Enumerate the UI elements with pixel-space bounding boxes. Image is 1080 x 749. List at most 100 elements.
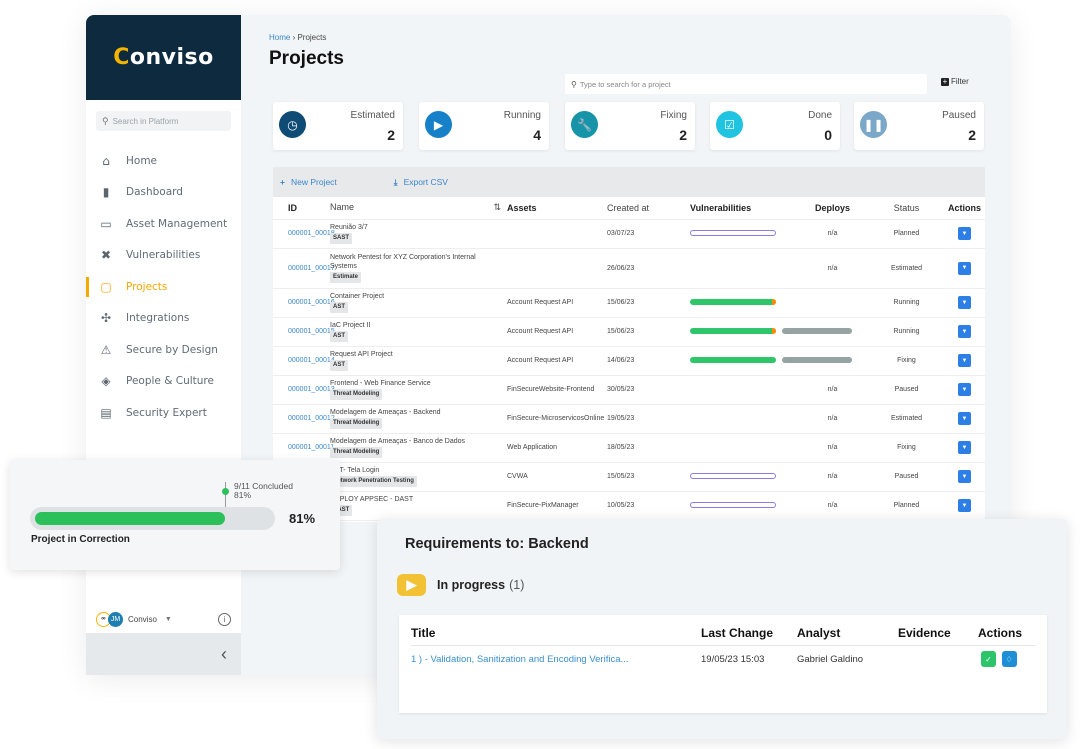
sidebar-item-label: Asset Management: [126, 217, 228, 230]
col-assets[interactable]: Assets: [507, 197, 607, 220]
sidebar-item-people-culture[interactable]: ◈ People & Culture: [86, 366, 241, 398]
project-id-link[interactable]: 000001_00018: [273, 219, 335, 249]
export-csv-button[interactable]: ⤓ Export CSV: [394, 177, 448, 188]
collapse-sidebar-button[interactable]: ‹: [86, 633, 241, 675]
project-created-at: 14/06/23: [607, 346, 690, 376]
actions-dropdown-button[interactable]: ▼: [958, 499, 971, 512]
project-actions-cell: ▼: [944, 248, 985, 289]
requirements-table: Title Last Change Analyst Evidence Actio…: [411, 615, 1035, 673]
project-actions-cell: ▼: [944, 219, 985, 249]
table-row[interactable]: 000001_00012 Modelagem de Ameaças - Back…: [273, 404, 985, 434]
stat-card-running[interactable]: ▶ Running 4: [419, 102, 549, 150]
project-name: Frontend - Web Finance Service Threat Mod…: [330, 375, 507, 405]
progress-label: Project in Correction: [31, 534, 130, 545]
table-row[interactable]: 000001_00016 Container Project AST Accoun…: [273, 288, 985, 318]
breadcrumb-home-link[interactable]: Home: [269, 33, 290, 42]
stat-label: Done: [808, 110, 832, 121]
project-search-input[interactable]: ⚲ Type to search for a project: [565, 74, 927, 94]
actions-dropdown-button[interactable]: ▼: [958, 261, 971, 275]
stat-card-paused[interactable]: ❚❚ Paused 2: [854, 102, 984, 150]
table-row[interactable]: 000001_00017 Network Pentest for XYZ Cor…: [273, 248, 985, 289]
sidebar-item-vulnerabilities[interactable]: ✖ Vulnerabilities: [86, 240, 241, 272]
actions-dropdown-button[interactable]: ▼: [958, 227, 971, 240]
stat-card-done[interactable]: ☑ Done 0: [710, 102, 840, 150]
project-assets: Account Request API: [507, 317, 607, 347]
table-row[interactable]: 000001_00014 Request API Project AST Acco…: [273, 346, 985, 376]
actions-dropdown-button[interactable]: ▼: [958, 412, 971, 425]
user-avatar: JM: [108, 611, 123, 627]
info-icon[interactable]: i: [218, 612, 231, 626]
sidebar-item-asset-management[interactable]: ▭ Asset Management: [86, 208, 241, 240]
sidebar-item-integrations[interactable]: ✣ Integrations: [86, 303, 241, 335]
actions-dropdown-button[interactable]: ▼: [958, 325, 971, 338]
col-name[interactable]: Name ⇅: [330, 197, 507, 220]
table-row[interactable]: DEPLOY APPSEC - DAST DAST FinSecure-PixMa…: [273, 491, 985, 521]
project-assets: [507, 219, 607, 249]
actions-dropdown-button[interactable]: ▼: [958, 296, 971, 309]
table-row[interactable]: 000001_00018 Reunião 3/7 SAST 03/07/23 n/…: [273, 219, 985, 249]
table-row[interactable]: 000001_00011 Modelagem de Ameaças - Banc…: [273, 433, 985, 463]
stat-value: 2: [968, 127, 976, 143]
project-id-link[interactable]: 000001_00015: [273, 317, 335, 347]
stat-card-estimated[interactable]: ◷ Estimated 2: [273, 102, 403, 150]
col-deploys[interactable]: Deploys: [796, 197, 869, 220]
filter-button[interactable]: + Filter: [941, 77, 969, 86]
in-progress-section[interactable]: ▶ In progress (1): [397, 574, 524, 596]
project-id-link[interactable]: 000001_00011: [273, 433, 334, 463]
search-icon: ⚲: [102, 115, 109, 126]
project-deploys: n/a: [796, 404, 869, 434]
sidebar-item-label: Integrations: [126, 312, 190, 325]
approve-check-button[interactable]: ✓: [981, 651, 996, 668]
project-id-link[interactable]: 000001_00014: [273, 346, 335, 376]
project-created-at: 15/06/23: [607, 288, 690, 318]
project-id-link[interactable]: 000001_00013: [273, 375, 335, 405]
play-icon: ▶: [397, 574, 426, 596]
sidebar-item-home[interactable]: ⌂ Home: [86, 145, 241, 177]
project-deploys: n/a: [796, 219, 869, 249]
project-assets: CVWA: [507, 462, 607, 492]
stat-value: 2: [679, 127, 687, 143]
actions-dropdown-button[interactable]: ▼: [958, 441, 971, 454]
project-vulnerabilities: [690, 317, 869, 347]
check-square-icon: ☑: [716, 111, 743, 138]
requirements-table-card: Title Last Change Analyst Evidence Actio…: [399, 615, 1047, 713]
actions-dropdown-button[interactable]: ▼: [958, 383, 971, 396]
conviso-logo[interactable]: Conviso: [113, 45, 214, 70]
stat-card-fixing[interactable]: 🔧 Fixing 2: [565, 102, 695, 150]
stat-label: Fixing: [660, 110, 687, 121]
sort-icon[interactable]: ⇅: [493, 202, 501, 213]
table-row[interactable]: 000001_00013 Frontend - Web Finance Serv…: [273, 375, 985, 405]
pause-icon: ❚❚: [860, 111, 887, 138]
table-row[interactable]: AST- Tela Login Network Penetration Testi…: [273, 462, 985, 492]
project-created-at: 18/05/23: [607, 433, 690, 463]
col-created-at[interactable]: Created at: [607, 197, 690, 220]
new-project-button[interactable]: + New Project: [280, 177, 337, 187]
project-id-link[interactable]: 000001_00016: [273, 288, 335, 318]
project-deploys: n/a: [796, 248, 869, 289]
sidebar-item-dashboard[interactable]: ▮ Dashboard: [86, 177, 241, 209]
vulnerability-bar-empty: [690, 230, 776, 237]
col-id[interactable]: ID: [273, 197, 330, 220]
sidebar-item-projects[interactable]: ▢ Projects: [86, 271, 241, 303]
stat-value: 4: [533, 127, 541, 143]
sidebar-item-security-expert[interactable]: ▤ Security Expert: [86, 397, 241, 429]
breadcrumb: Home › Projects: [269, 33, 327, 42]
sidebar-item-secure-by-design[interactable]: ⚠ Secure by Design: [86, 334, 241, 366]
project-id-link[interactable]: 000001_00017: [273, 248, 335, 289]
requirement-title-link[interactable]: 1 ) - Validation, Sanitization and Encod…: [411, 645, 701, 673]
col-status[interactable]: Status: [869, 197, 944, 220]
actions-dropdown-button[interactable]: ▼: [958, 354, 971, 367]
table-row[interactable]: 000001_00015 IaC Project II AST Account R…: [273, 317, 985, 347]
project-vulnerabilities: [690, 375, 796, 405]
bug-icon: ✖: [100, 248, 112, 263]
platform-search-input[interactable]: ⚲ Search in Platform: [96, 111, 231, 131]
org-switcher[interactable]: ∞ JM Conviso ▼ i: [86, 605, 241, 633]
project-name: Modelagem de Ameaças - Banco de Dados Thr…: [330, 433, 507, 463]
project-id-link[interactable]: 000001_00012: [273, 404, 335, 434]
col-vulnerabilities[interactable]: Vulnerabilities: [690, 197, 796, 220]
project-deploys: n/a: [796, 433, 869, 463]
project-deploys: n/a: [796, 375, 869, 405]
reject-thumbs-down-button[interactable]: ♢: [1001, 651, 1017, 668]
project-vulnerabilities: [690, 491, 796, 521]
actions-dropdown-button[interactable]: ▼: [958, 470, 971, 483]
